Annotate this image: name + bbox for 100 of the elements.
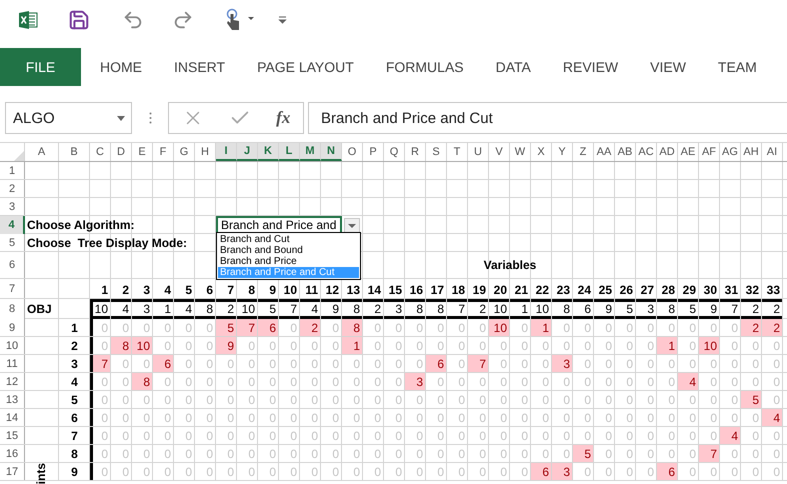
constraint-number: 8 bbox=[71, 446, 78, 460]
coefficient: 0 bbox=[625, 428, 634, 444]
formula-field[interactable]: Branch and Price and Cut bbox=[308, 102, 787, 134]
coefficient: 0 bbox=[373, 410, 382, 426]
column-header[interactable]: AG bbox=[720, 143, 741, 161]
ribbon-tab[interactable]: FORMULAS bbox=[370, 48, 480, 86]
coefficient: 0 bbox=[289, 338, 298, 354]
file-tab[interactable]: FILE bbox=[0, 48, 81, 86]
redo-icon[interactable] bbox=[172, 9, 194, 31]
coefficient: 0 bbox=[394, 392, 403, 408]
objective-value: 5 bbox=[615, 299, 635, 319]
ribbon-tab[interactable]: HOME bbox=[84, 48, 158, 86]
variable-number: 30 bbox=[702, 282, 718, 298]
ribbon-tab[interactable]: PAGE LAYOUT bbox=[241, 48, 370, 86]
coefficient: 0 bbox=[604, 410, 613, 426]
coefficient: 0 bbox=[478, 446, 487, 462]
coefficient: 0 bbox=[646, 320, 655, 336]
coefficient: 0 bbox=[583, 392, 592, 408]
coefficient: 0 bbox=[499, 428, 508, 444]
coefficient: 0 bbox=[373, 446, 382, 462]
column-header[interactable]: AB bbox=[615, 143, 636, 161]
column-header[interactable]: J bbox=[237, 143, 258, 161]
column-header[interactable]: K bbox=[258, 143, 279, 161]
coefficient: 0 bbox=[751, 356, 760, 372]
column-header[interactable]: N bbox=[321, 143, 342, 161]
ribbon-tab[interactable]: REVIEW bbox=[546, 48, 634, 86]
column-header[interactable]: I bbox=[216, 143, 237, 161]
undo-icon[interactable] bbox=[122, 9, 144, 31]
cell-label: Choose Algorithm: bbox=[27, 218, 135, 232]
variable-number: 1 bbox=[100, 282, 109, 298]
customize-caret-icon[interactable] bbox=[278, 16, 287, 24]
coefficient: 0 bbox=[499, 338, 508, 354]
ribbon-tab[interactable]: VIEW bbox=[634, 48, 702, 86]
column-header[interactable]: AH bbox=[741, 143, 762, 161]
ribbon-tab[interactable]: TEAM bbox=[702, 48, 773, 86]
variable-number: 8 bbox=[247, 282, 256, 298]
ribbon-tab[interactable]: DATA bbox=[480, 48, 547, 86]
coefficient: 0 bbox=[310, 392, 319, 408]
coefficient: 0 bbox=[541, 428, 550, 444]
coefficient: 0 bbox=[520, 356, 529, 372]
coefficient: 0 bbox=[394, 410, 403, 426]
save-icon[interactable] bbox=[68, 9, 90, 31]
coefficient: 0 bbox=[415, 464, 424, 480]
column-header[interactable]: L bbox=[279, 143, 300, 161]
column-header[interactable]: AF bbox=[699, 143, 720, 161]
coefficient: 0 bbox=[415, 356, 424, 372]
excel-logo-icon bbox=[18, 10, 38, 30]
variable-number: 7 bbox=[226, 282, 235, 298]
dropdown-button[interactable] bbox=[344, 218, 360, 234]
coefficient: 0 bbox=[289, 446, 298, 462]
coefficient: 0 bbox=[331, 446, 340, 462]
coefficient: 0 bbox=[709, 320, 718, 336]
objective-value: 3 bbox=[636, 299, 656, 319]
coefficient: 0 bbox=[331, 356, 340, 372]
coefficient: 0 bbox=[436, 428, 445, 444]
highlighted-coefficient: 8 bbox=[132, 373, 152, 390]
highlighted-coefficient: 3 bbox=[552, 355, 572, 372]
column-header[interactable]: AE bbox=[678, 143, 699, 161]
ribbon-tab[interactable]: INSERT bbox=[158, 48, 242, 86]
coefficient: 0 bbox=[121, 446, 130, 462]
coefficient: 0 bbox=[184, 392, 193, 408]
constraint-number: 1 bbox=[71, 320, 78, 334]
coefficient: 0 bbox=[90, 373, 110, 390]
highlighted-coefficient: 2 bbox=[762, 319, 782, 336]
column-header[interactable]: AD bbox=[657, 143, 678, 161]
coefficient: 0 bbox=[688, 338, 697, 354]
constraint-number: 3 bbox=[71, 356, 78, 370]
coefficient: 0 bbox=[478, 428, 487, 444]
coefficient: 0 bbox=[310, 410, 319, 426]
row-header[interactable]: 4 bbox=[0, 216, 25, 234]
highlighted-coefficient: 10 bbox=[489, 319, 509, 336]
coefficient: 0 bbox=[436, 446, 445, 462]
variable-number: 18 bbox=[450, 282, 466, 298]
coefficient: 0 bbox=[520, 428, 529, 444]
coefficient: 0 bbox=[688, 464, 697, 480]
coefficient: 0 bbox=[184, 410, 193, 426]
variable-number: 3 bbox=[142, 282, 151, 298]
column-header[interactable]: AC bbox=[636, 143, 657, 161]
objective-value: 10 bbox=[90, 299, 110, 319]
highlighted-coefficient: 9 bbox=[216, 337, 236, 354]
insert-function-button[interactable]: fx bbox=[276, 108, 290, 128]
column-header[interactable]: AA bbox=[594, 143, 615, 161]
caret-icon bbox=[117, 116, 125, 120]
name-box[interactable]: ALGO bbox=[5, 102, 132, 134]
coefficient: 0 bbox=[184, 374, 193, 390]
coefficient: 0 bbox=[604, 320, 613, 336]
row-header[interactable]: 8 bbox=[0, 299, 25, 319]
coefficient: 0 bbox=[562, 410, 571, 426]
coefficient: 0 bbox=[583, 410, 592, 426]
coefficient: 0 bbox=[268, 338, 277, 354]
column-header[interactable]: M bbox=[300, 143, 321, 161]
highlighted-coefficient: 1 bbox=[531, 319, 551, 336]
coefficient: 0 bbox=[226, 410, 235, 426]
coefficient: 0 bbox=[583, 374, 592, 390]
coefficient: 0 bbox=[436, 374, 445, 390]
constraint-number: 2 bbox=[71, 338, 78, 352]
coefficient: 0 bbox=[184, 356, 193, 372]
variable-number: 11 bbox=[304, 282, 319, 298]
coefficient: 0 bbox=[646, 356, 655, 372]
coefficient: 0 bbox=[646, 338, 655, 354]
